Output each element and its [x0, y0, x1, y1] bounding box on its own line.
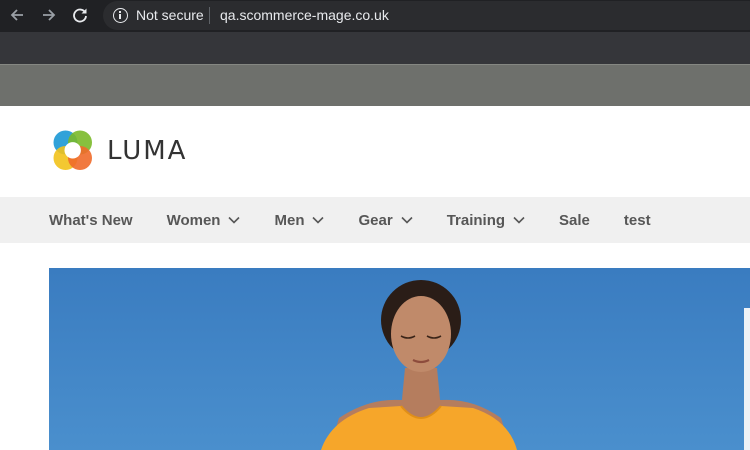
info-icon[interactable] — [113, 8, 128, 23]
logo-text: LUMA — [107, 135, 188, 166]
nav-item-men[interactable]: Men — [274, 197, 325, 243]
forward-button[interactable] — [35, 0, 63, 30]
nav-item-label: test — [623, 211, 651, 229]
browser-chrome-strip — [0, 32, 750, 64]
nav-item-test[interactable]: test — [624, 197, 651, 243]
forward-arrow-icon — [43, 9, 56, 21]
nav-item-sale[interactable]: Sale — [559, 197, 590, 243]
nav-item-label: What's New — [49, 211, 133, 229]
main-nav: What's New Women Men Gear Training Sale … — [0, 197, 750, 243]
nav-item-gear[interactable]: Gear — [358, 197, 413, 243]
site-header: LUMA — [0, 106, 750, 197]
chevron-down-icon — [513, 216, 525, 224]
back-button[interactable] — [3, 0, 31, 30]
bookmarks-bar — [0, 64, 750, 106]
logo[interactable]: LUMA — [50, 128, 187, 173]
browser-toolbar: Not secure qa.scommerce-mage.co.uk — [0, 0, 750, 32]
chevron-down-icon — [401, 216, 413, 224]
hero-banner[interactable] — [49, 268, 750, 450]
security-label[interactable]: Not secure — [136, 8, 204, 23]
nav-item-label: Women — [166, 211, 221, 229]
back-arrow-icon — [10, 9, 23, 21]
reload-icon — [73, 8, 87, 23]
nav-item-label: Men — [274, 211, 305, 229]
nav-list: What's New Women Men Gear Training Sale … — [49, 197, 685, 243]
nav-item-whats-new[interactable]: What's New — [49, 197, 133, 243]
url-text[interactable]: qa.scommerce-mage.co.uk — [220, 8, 389, 23]
nav-item-label: Sale — [559, 211, 590, 229]
address-bar[interactable]: Not secure qa.scommerce-mage.co.uk — [103, 1, 750, 30]
reload-button[interactable] — [66, 0, 94, 30]
nav-item-training[interactable]: Training — [447, 197, 525, 243]
hero-image — [49, 268, 750, 450]
nav-item-label: Training — [446, 211, 506, 229]
omnibox-divider — [209, 7, 210, 24]
chevron-down-icon — [312, 216, 325, 224]
chevron-down-icon — [228, 216, 241, 224]
nav-item-women[interactable]: Women — [167, 197, 241, 243]
nav-item-label: Gear — [358, 211, 393, 229]
luma-logo-icon — [53, 130, 92, 170]
